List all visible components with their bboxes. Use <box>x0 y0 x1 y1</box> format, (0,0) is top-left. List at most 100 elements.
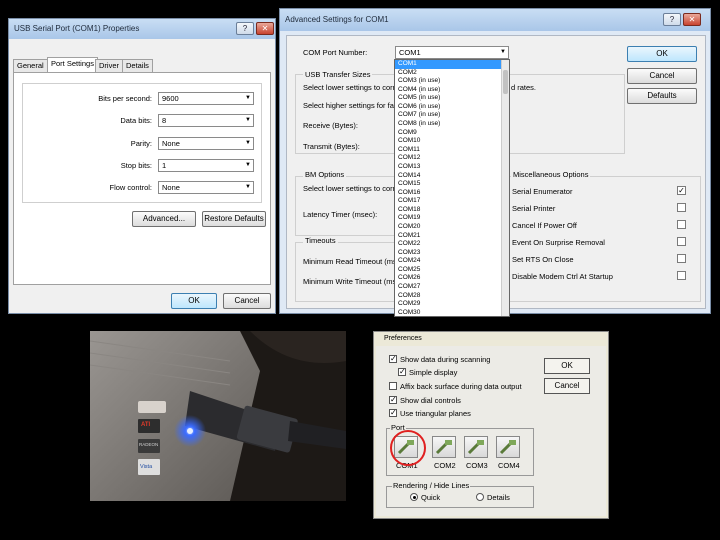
cancel-button[interactable]: Cancel <box>223 293 271 309</box>
quick-radio[interactable] <box>410 493 418 501</box>
com-port-option[interactable]: COM2 <box>395 69 509 78</box>
data-bits-select[interactable]: 8 ▼ <box>158 114 254 127</box>
com-port-select[interactable]: COM1 ▼ <box>395 46 509 59</box>
tab-port-settings[interactable]: Port Settings <box>47 57 98 73</box>
defaults-button[interactable]: Defaults <box>627 88 697 104</box>
rendering-group-label: Rendering / Hide Lines <box>392 481 471 490</box>
advanced-settings-window: Advanced Settings for COM1 ? ✕ COM Port … <box>279 8 711 317</box>
ok-button[interactable]: OK <box>627 46 697 62</box>
tab-general[interactable]: General <box>13 59 48 72</box>
com-port-option[interactable]: COM12 <box>395 154 509 163</box>
com-port-option[interactable]: COM19 <box>395 214 509 223</box>
misc-disable-modem-checkbox[interactable] <box>677 271 686 280</box>
com-port-options: COM1 COM2 COM3 (in use) COM4 (in use) COM5 (… <box>395 60 509 316</box>
com-port-option[interactable]: COM23 <box>395 249 509 258</box>
details-radio[interactable] <box>476 493 484 501</box>
com2-port-icon[interactable] <box>432 436 456 458</box>
ok-button[interactable]: OK <box>171 293 217 309</box>
misc-surprise-removal-label: Event On Surprise Removal <box>512 238 605 247</box>
tab-details[interactable]: Details <box>122 59 153 72</box>
scrollbar-thumb[interactable] <box>503 70 508 94</box>
com-port-option[interactable]: COM27 <box>395 283 509 292</box>
com-port-option[interactable]: COM16 <box>395 189 509 198</box>
com-port-option[interactable]: COM4 (in use) <box>395 86 509 95</box>
com-port-option[interactable]: COM30 <box>395 309 509 316</box>
chevron-down-icon: ▼ <box>245 95 251 101</box>
misc-set-rts-label: Set RTS On Close <box>512 255 574 264</box>
photo-usb-adapter: ATI RADEON Vista <box>90 331 346 501</box>
com-port-option[interactable]: COM25 <box>395 266 509 275</box>
com-port-option[interactable]: COM24 <box>395 257 509 266</box>
com-port-value: COM1 <box>399 48 421 57</box>
tab-driver[interactable]: Driver <box>95 59 123 72</box>
com-port-option[interactable]: COM28 <box>395 292 509 301</box>
cancel-button[interactable]: Cancel <box>627 68 697 84</box>
com2-label: COM2 <box>434 461 456 470</box>
serial-cable-icon <box>499 440 516 455</box>
com-port-option[interactable]: COM10 <box>395 137 509 146</box>
com-port-option[interactable]: COM13 <box>395 163 509 172</box>
com-port-option[interactable]: COM21 <box>395 232 509 241</box>
com-port-option[interactable]: COM29 <box>395 300 509 309</box>
com-port-option[interactable]: COM15 <box>395 180 509 189</box>
simple-display-label: Simple display <box>409 368 458 377</box>
stop-bits-select[interactable]: 1 ▼ <box>158 159 254 172</box>
com-port-option[interactable]: COM11 <box>395 146 509 155</box>
parity-label: Parity: <box>130 139 152 148</box>
com-port-option[interactable]: COM14 <box>395 172 509 181</box>
com-port-option[interactable]: COM18 <box>395 206 509 215</box>
select-lower-text: Select lower settings to corre <box>303 83 400 92</box>
chevron-down-icon: ▼ <box>500 49 506 55</box>
misc-serial-enumerator-checkbox[interactable]: ✓ <box>677 186 686 195</box>
show-data-checkbox[interactable]: ✓ <box>389 355 397 363</box>
com-port-option[interactable]: COM5 (in use) <box>395 94 509 103</box>
com-port-option[interactable]: COM7 (in use) <box>395 111 509 120</box>
com-port-option[interactable]: COM8 (in use) <box>395 120 509 129</box>
parity-select[interactable]: None ▼ <box>158 137 254 150</box>
port-settings-panel: Bits per second: 9600 ▼ Data bits: 8 ▼ Par… <box>13 72 271 285</box>
misc-surprise-removal-checkbox[interactable] <box>677 237 686 246</box>
bits-per-second-select[interactable]: 9600 ▼ <box>158 92 254 105</box>
scrollbar[interactable] <box>501 60 509 316</box>
advanced-title: Advanced Settings for COM1 <box>285 15 389 24</box>
com-port-option[interactable]: COM17 <box>395 197 509 206</box>
flow-control-label: Flow control: <box>109 183 152 192</box>
advanced-titlebar: Advanced Settings for COM1 <box>280 9 710 31</box>
misc-serial-enumerator-label: Serial Enumerator <box>512 187 573 196</box>
show-dial-checkbox[interactable]: ✓ <box>389 396 397 404</box>
triangular-planes-checkbox[interactable]: ✓ <box>389 409 397 417</box>
com-port-option[interactable]: COM20 <box>395 223 509 232</box>
com3-port-icon[interactable] <box>464 436 488 458</box>
misc-serial-printer-checkbox[interactable] <box>677 203 686 212</box>
flow-control-select[interactable]: None ▼ <box>158 181 254 194</box>
min-write-label: Minimum Write Timeout (mse <box>303 277 401 286</box>
restore-defaults-button[interactable]: Restore Defaults <box>202 211 266 227</box>
min-read-label: Minimum Read Timeout (mse <box>303 257 401 266</box>
bits-per-second-value: 9600 <box>162 94 179 103</box>
flow-control-value: None <box>162 183 180 192</box>
ok-button[interactable]: OK <box>544 358 590 374</box>
com-port-option[interactable]: COM26 <box>395 274 509 283</box>
parity-value: None <box>162 139 180 148</box>
cancel-button[interactable]: Cancel <box>544 378 590 394</box>
com-port-option[interactable]: COM9 <box>395 129 509 138</box>
affix-back-checkbox[interactable] <box>389 382 397 390</box>
close-button[interactable]: ✕ <box>683 13 701 26</box>
advanced-button[interactable]: Advanced... <box>132 211 196 227</box>
help-button[interactable]: ? <box>663 13 681 26</box>
com-port-label: COM Port Number: <box>303 48 368 57</box>
misc-cancel-power-off-checkbox[interactable] <box>677 220 686 229</box>
com-port-option[interactable]: COM6 (in use) <box>395 103 509 112</box>
misc-cancel-power-off-label: Cancel If Power Off <box>512 221 577 230</box>
misc-set-rts-checkbox[interactable] <box>677 254 686 263</box>
com3-label: COM3 <box>466 461 488 470</box>
simple-display-checkbox[interactable]: ✓ <box>398 368 406 376</box>
com-port-option[interactable]: COM1 <box>395 60 509 69</box>
com-port-option[interactable]: COM3 (in use) <box>395 77 509 86</box>
com4-port-icon[interactable] <box>496 436 520 458</box>
radeon-badge: RADEON <box>139 442 159 447</box>
com-port-option[interactable]: COM22 <box>395 240 509 249</box>
help-button[interactable]: ? <box>236 22 254 35</box>
close-button[interactable]: ✕ <box>256 22 274 35</box>
com-port-dropdown-list[interactable]: COM1 COM2 COM3 (in use) COM4 (in use) COM5 (… <box>394 59 510 317</box>
